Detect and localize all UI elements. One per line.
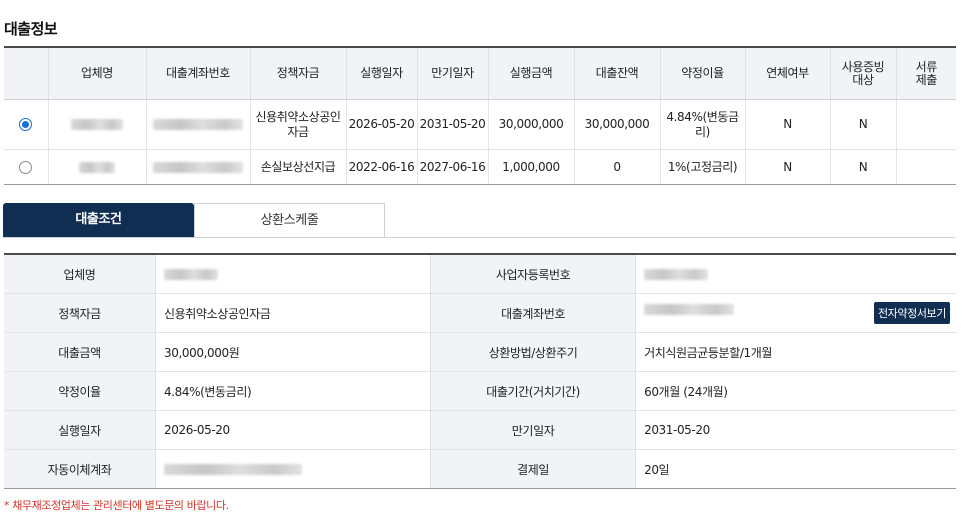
redacted-transfer-account bbox=[164, 464, 302, 475]
company-cell bbox=[47, 99, 146, 150]
header-exec-amount: 실행금액 bbox=[487, 46, 574, 100]
account-label: 대출계좌번호 bbox=[430, 293, 636, 333]
auto-transfer-value bbox=[154, 449, 431, 489]
exec-date-cell: 2026-05-20 bbox=[345, 99, 417, 150]
overdue-cell: N bbox=[744, 99, 830, 150]
header-balance: 대출잔액 bbox=[573, 46, 660, 100]
tab-repayment-schedule[interactable]: 상환스케줄 bbox=[194, 203, 385, 237]
account-value: 전자약정서보기 bbox=[635, 293, 956, 333]
header-overdue: 연체여부 bbox=[744, 46, 830, 100]
exec-date-label: 실행일자 bbox=[4, 410, 156, 450]
detail-row: 자동이체계좌 결제일 20일 bbox=[4, 449, 956, 489]
docs-submitted-cell bbox=[895, 149, 956, 185]
rate-cell: 1%(고정금리) bbox=[659, 149, 745, 185]
policy-fund-value: 신용취약소상공인자금 bbox=[154, 293, 431, 333]
row-radio-unselected[interactable] bbox=[19, 160, 33, 174]
detail-tabs: 대출조건 상환스케줄 bbox=[3, 203, 955, 238]
detail-row: 약정이율 4.84%(변동금리) 대출기간(거치기간) 60개월 (24개월) bbox=[4, 371, 956, 411]
exec-amount-cell: 30,000,000 bbox=[487, 99, 574, 150]
payment-day-label: 결제일 bbox=[430, 449, 636, 489]
company-label: 업체명 bbox=[4, 253, 156, 294]
detail-row: 정책자금 신용취약소상공인자금 대출계좌번호 전자약정서보기 bbox=[4, 293, 956, 333]
loan-info-table: 업체명 대출계좌번호 정책자금 실행일자 만기일자 실행금액 대출잔액 약정이율… bbox=[4, 46, 956, 185]
repay-method-label: 상환방법/상환주기 bbox=[430, 332, 636, 372]
period-label: 대출기간(거치기간) bbox=[430, 371, 636, 411]
bizno-label: 사업자등록번호 bbox=[430, 253, 636, 294]
header-exec-date: 실행일자 bbox=[345, 46, 417, 100]
policy-fund-cell: 신용취약소상공인자금 bbox=[249, 99, 346, 150]
header-account: 대출계좌번호 bbox=[145, 46, 250, 100]
header-rate: 약정이율 bbox=[659, 46, 745, 100]
header-company: 업체명 bbox=[47, 46, 146, 100]
policy-fund-cell: 손실보상선지급 bbox=[249, 149, 346, 185]
company-cell bbox=[47, 149, 146, 185]
repay-method-value: 거치식원금균등분할/1개월 bbox=[635, 332, 956, 372]
proof-target-cell: N bbox=[829, 99, 896, 150]
detail-row: 업체명 사업자등록번호 bbox=[4, 253, 956, 294]
view-e-contract-button[interactable]: 전자약정서보기 bbox=[873, 302, 950, 324]
rate-cell: 4.84%(변동금리) bbox=[659, 99, 745, 150]
detail-row: 실행일자 2026-05-20 만기일자 2031-05-20 bbox=[4, 410, 956, 450]
redacted-company-name bbox=[164, 269, 218, 280]
loan-terms-table: 업체명 사업자등록번호 정책자금 신용취약소상공인자금 대출계좌번호 전자약정서… bbox=[4, 253, 956, 489]
account-cell bbox=[145, 149, 250, 185]
maturity-date-cell: 2027-06-16 bbox=[416, 149, 488, 185]
amount-value: 30,000,000원 bbox=[154, 332, 431, 372]
period-value: 60개월 (24개월) bbox=[635, 371, 956, 411]
row-select-cell[interactable] bbox=[4, 149, 48, 185]
table-row[interactable]: 신용취약소상공인자금 2026-05-20 2031-05-20 30,000,… bbox=[4, 99, 956, 150]
row-select-cell[interactable] bbox=[4, 99, 48, 150]
redacted-account-number bbox=[153, 119, 243, 130]
maturity-date-cell: 2031-05-20 bbox=[416, 99, 488, 150]
rate-value: 4.84%(변동금리) bbox=[154, 371, 431, 411]
debt-restructure-note: * 채무재조정업체는 관리센터에 별도문의 바랍니다. bbox=[4, 499, 229, 512]
redacted-account-number bbox=[153, 161, 243, 173]
header-policy-fund: 정책자금 bbox=[249, 46, 346, 100]
maturity-label: 만기일자 bbox=[430, 410, 636, 450]
exec-amount-cell: 1,000,000 bbox=[487, 149, 574, 185]
tab-loan-terms[interactable]: 대출조건 bbox=[3, 203, 194, 237]
payment-day-value: 20일 bbox=[635, 449, 956, 489]
maturity-value: 2031-05-20 bbox=[635, 410, 956, 450]
policy-fund-label: 정책자금 bbox=[4, 293, 156, 333]
redacted-company-name bbox=[79, 161, 115, 173]
proof-target-cell: N bbox=[829, 149, 896, 185]
balance-cell: 30,000,000 bbox=[573, 99, 660, 150]
account-cell bbox=[145, 99, 250, 150]
company-value bbox=[154, 253, 431, 294]
header-docs-submitted: 서류 제출 bbox=[895, 46, 956, 100]
balance-cell: 0 bbox=[573, 149, 660, 185]
auto-transfer-label: 자동이체계좌 bbox=[4, 449, 156, 489]
redacted-company-name bbox=[71, 119, 123, 130]
detail-row: 대출금액 30,000,000원 상환방법/상환주기 거치식원금균등분할/1개월 bbox=[4, 332, 956, 372]
header-proof-target: 사용증빙 대상 bbox=[829, 46, 896, 100]
header-select bbox=[4, 46, 48, 100]
header-maturity-date: 만기일자 bbox=[416, 46, 488, 100]
table-row[interactable]: 손실보상선지급 2022-06-16 2027-06-16 1,000,000 … bbox=[4, 149, 956, 185]
redacted-business-number bbox=[644, 269, 709, 280]
row-radio-selected[interactable] bbox=[19, 118, 33, 131]
overdue-cell: N bbox=[744, 149, 830, 185]
loan-table-header: 업체명 대출계좌번호 정책자금 실행일자 만기일자 실행금액 대출잔액 약정이율… bbox=[4, 46, 956, 100]
section-title: 대출정보 bbox=[4, 20, 58, 38]
rate-label: 약정이율 bbox=[4, 371, 156, 411]
docs-submitted-cell bbox=[895, 99, 956, 150]
bizno-value bbox=[635, 253, 956, 294]
exec-date-cell: 2022-06-16 bbox=[345, 149, 417, 185]
amount-label: 대출금액 bbox=[4, 332, 156, 372]
redacted-account-number bbox=[644, 304, 735, 315]
exec-date-value: 2026-05-20 bbox=[154, 410, 431, 450]
